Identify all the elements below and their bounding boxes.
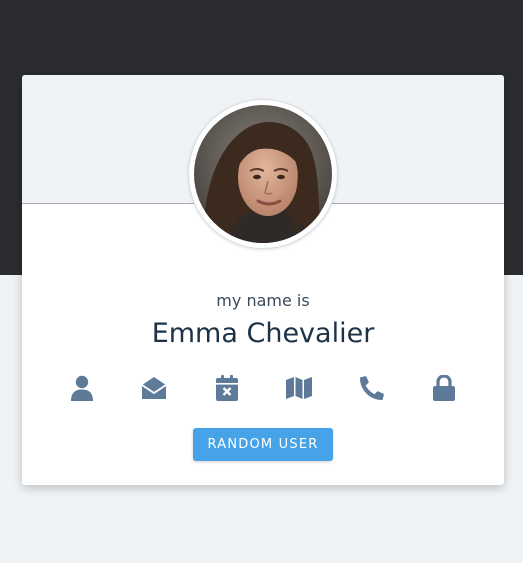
envelope-open-icon[interactable] (139, 373, 169, 403)
name-intro: my name is (216, 291, 310, 310)
calendar-x-icon[interactable] (212, 373, 242, 403)
avatar (194, 105, 332, 243)
map-icon[interactable] (284, 373, 314, 403)
random-user-button[interactable]: RANDOM USER (193, 428, 333, 461)
profile-card: my name is Emma Chevalier RANDOM USER (22, 75, 504, 485)
info-icon-bar (22, 373, 504, 403)
avatar-frame (189, 100, 337, 248)
lock-icon[interactable] (429, 373, 459, 403)
user-icon[interactable] (67, 373, 97, 403)
phone-icon[interactable] (357, 373, 387, 403)
user-name: Emma Chevalier (151, 318, 375, 349)
